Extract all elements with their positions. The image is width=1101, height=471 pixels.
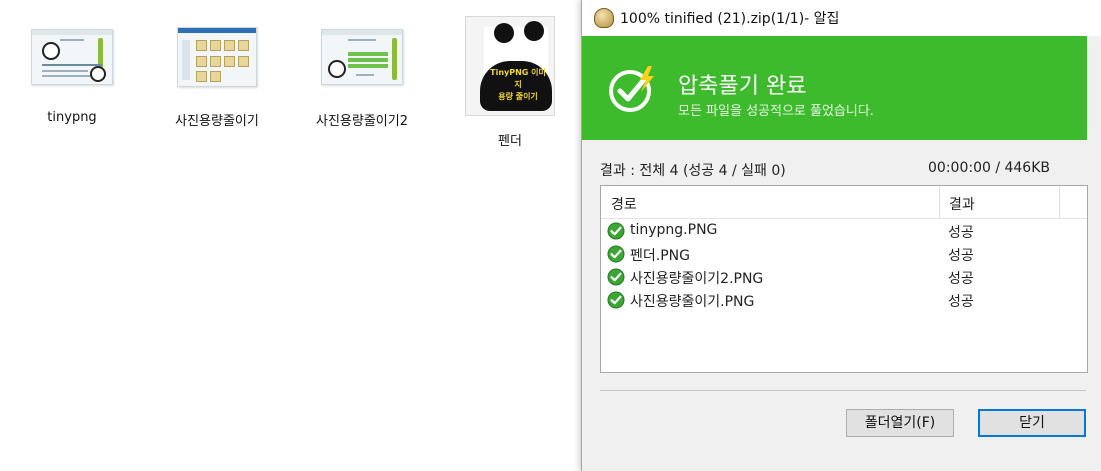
file-tinypng[interactable]: tinypng — [22, 18, 122, 125]
file-status: 성공 — [948, 294, 974, 310]
column-divider[interactable] — [1059, 186, 1060, 218]
file-label: 펜더 — [498, 134, 522, 149]
file-name: 사진용량줄이기2.PNG — [630, 271, 764, 287]
file-name: 사진용량줄이기.PNG — [630, 294, 755, 310]
list-item[interactable]: 펜더.PNG 성공 — [607, 243, 1077, 266]
banner-subline: 모든 파일을 성공적으로 풀었습니다. — [678, 104, 874, 119]
alzip-app-icon — [594, 8, 614, 28]
file-name: 펜더.PNG — [630, 248, 690, 264]
success-banner: 압축풀기 완료 모든 파일을 성공적으로 풀었습니다. — [582, 36, 1087, 140]
screenshot-thumbnail-icon — [317, 18, 407, 96]
dialog-title: 100% tinified (21).zip(1/1)- 알집 — [620, 11, 840, 27]
file-photo-resize[interactable]: 사진용량줄이기 — [167, 18, 267, 129]
file-status: 성공 — [948, 271, 974, 287]
desktop: tinypng 사진용량줄이기 사진용량줄이기2 TinyPNG 이미지 용량 … — [0, 0, 580, 471]
success-check-icon — [607, 245, 625, 263]
list-header: 경로 결과 — [601, 186, 1087, 219]
column-header-path[interactable]: 경로 — [611, 194, 637, 214]
check-lightning-icon — [608, 64, 658, 114]
success-check-icon — [607, 291, 625, 309]
success-check-icon — [607, 222, 625, 240]
column-header-result[interactable]: 결과 — [949, 194, 975, 214]
extract-complete-dialog: 100% tinified (21).zip(1/1)- 알집 압축풀기 완료 … — [581, 0, 1101, 471]
file-status: 성공 — [948, 225, 974, 241]
banner-headline: 압축풀기 완료 — [678, 74, 807, 99]
open-folder-button[interactable]: 폴더열기(F) — [846, 409, 954, 437]
file-label: tinypng — [47, 110, 97, 125]
list-item[interactable]: 사진용량줄이기2.PNG 성공 — [607, 266, 1077, 289]
screenshot-thumbnail-icon — [27, 18, 117, 96]
file-panda[interactable]: TinyPNG 이미지 용량 줄이기 펜더 — [460, 16, 560, 149]
screenshot-thumbnail-icon — [172, 18, 262, 96]
success-check-icon — [607, 268, 625, 286]
panda-thumb-text: 용량 줄이기 — [498, 92, 538, 101]
file-label: 사진용량줄이기 — [175, 114, 259, 129]
time-size: 00:00:00 / 446KB — [928, 160, 1051, 176]
separator — [600, 390, 1086, 391]
file-photo-resize-2[interactable]: 사진용량줄이기2 — [312, 18, 412, 129]
title-bar[interactable]: 100% tinified (21).zip(1/1)- 알집 — [582, 0, 1101, 36]
list-item[interactable]: tinypng.PNG 성공 — [607, 220, 1077, 243]
panda-thumb-text: TinyPNG 이미지 — [490, 68, 546, 89]
close-button[interactable]: 닫기 — [978, 409, 1086, 437]
file-label: 사진용량줄이기2 — [316, 114, 408, 129]
file-name: tinypng.PNG — [630, 222, 718, 238]
panda-image-icon: TinyPNG 이미지 용량 줄이기 — [465, 16, 555, 116]
list-item[interactable]: 사진용량줄이기.PNG 성공 — [607, 289, 1077, 312]
result-list[interactable]: 경로 결과 tinypng.PNG 성공 펜더.PNG 성공 사진용량줄이기2.… — [600, 185, 1088, 373]
column-divider[interactable] — [939, 186, 940, 218]
file-status: 성공 — [948, 248, 974, 264]
result-summary: 결과 : 전체 4 (성공 4 / 실패 0) — [600, 163, 786, 179]
